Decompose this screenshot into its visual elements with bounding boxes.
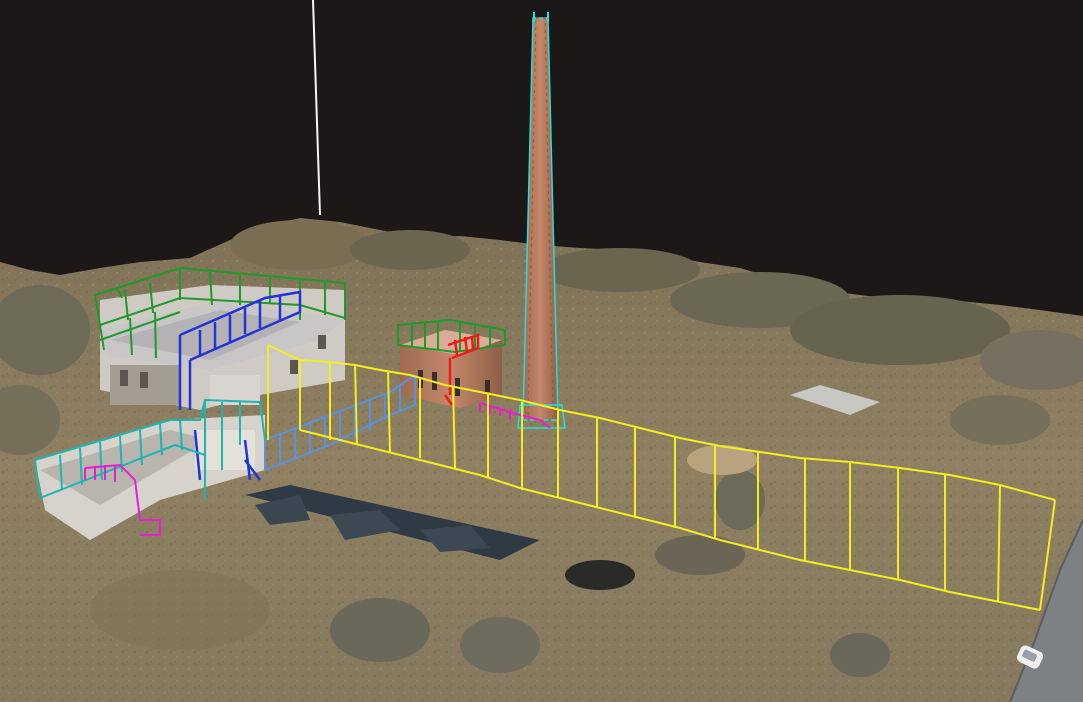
point-cloud-viewport[interactable] [0,0,1083,702]
